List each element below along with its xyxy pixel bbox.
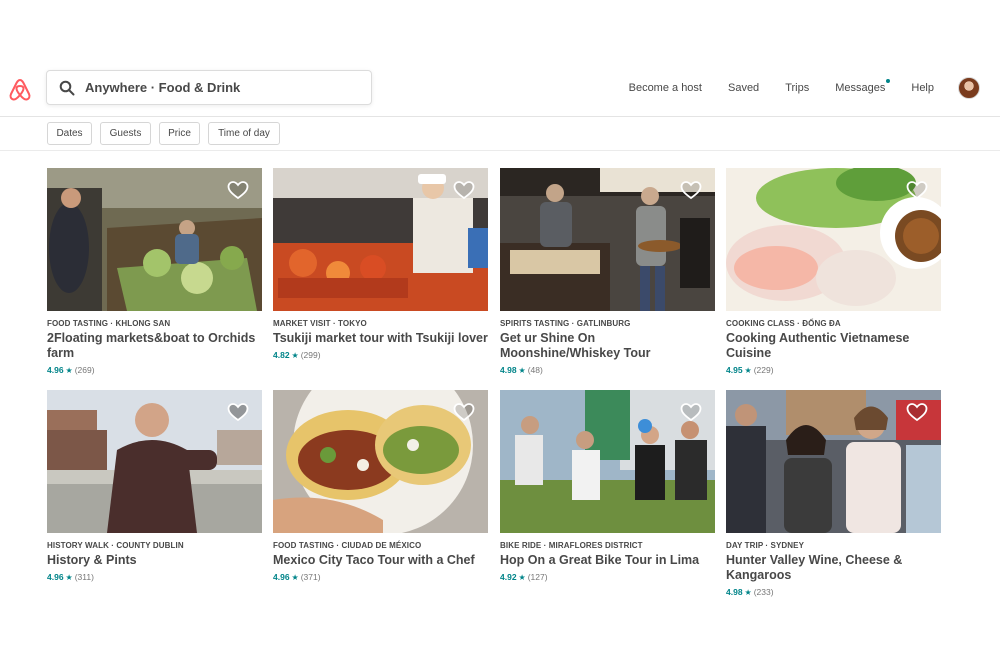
filter-guests-button[interactable]: Guests — [100, 122, 151, 145]
listing-card[interactable]: DAY TRIP · SYDNEY Hunter Valley Wine, Ch… — [726, 390, 941, 597]
listing-category: FOOD TASTING · CIUDAD DE MÉXICO — [273, 541, 422, 550]
rating-score: 4.98 — [500, 365, 517, 375]
rating-score: 4.96 — [47, 572, 64, 582]
listing-rating: 4.95 ★ (229) — [726, 365, 941, 375]
search-icon — [59, 80, 75, 95]
rating-score: 4.92 — [500, 572, 517, 582]
review-count: (127) — [527, 572, 548, 582]
search-input[interactable] — [85, 80, 345, 95]
filter-bar: Dates Guests Price Time of day — [0, 117, 1000, 151]
listing-rating: 4.98 ★ (233) — [726, 587, 941, 597]
review-count: (233) — [753, 587, 774, 597]
listing-title[interactable]: Cooking Authentic Vietnamese Cuisine — [726, 331, 941, 361]
unread-dot — [886, 79, 891, 83]
listing-rating: 4.96 ★ (311) — [47, 572, 262, 582]
review-count: (299) — [300, 350, 321, 360]
listing-card[interactable]: SPIRITS TASTING · GATLINBURG Get ur Shin… — [500, 168, 715, 375]
listing-photo[interactable] — [273, 168, 488, 311]
listing-photo[interactable] — [500, 390, 715, 533]
rating-score: 4.95 — [726, 365, 743, 375]
review-count: (311) — [74, 572, 94, 582]
heart-icon[interactable] — [227, 402, 249, 422]
top-nav: Become a host Saved Trips Messages Help — [603, 62, 980, 114]
nav-messages-label: Messages — [835, 82, 886, 94]
nav-saved[interactable]: Saved — [728, 82, 759, 94]
header: Become a host Saved Trips Messages Help — [0, 62, 1000, 117]
review-count: (229) — [753, 365, 774, 375]
rating-score: 4.96 — [273, 572, 290, 582]
heart-icon[interactable] — [453, 180, 475, 200]
nav-messages[interactable]: Messages — [835, 79, 891, 94]
listing-card[interactable]: FOOD TASTING · KHLONG SAN 2Floating mark… — [47, 168, 262, 375]
listing-category: BIKE RIDE · MIRAFLORES DISTRICT — [500, 541, 643, 550]
review-count: (48) — [527, 365, 543, 375]
listing-card[interactable]: HISTORY WALK · COUNTY DUBLIN History & P… — [47, 390, 262, 582]
airbnb-logo-icon[interactable] — [7, 77, 33, 103]
rating-score: 4.82 — [273, 350, 290, 360]
listing-title[interactable]: Hunter Valley Wine, Cheese & Kangaroos — [726, 553, 941, 583]
star-icon: ★ — [291, 572, 299, 582]
heart-icon[interactable] — [453, 402, 475, 422]
page: Become a host Saved Trips Messages Help … — [0, 0, 1000, 666]
listing-category: COOKING CLASS · ĐỐNG ĐA — [726, 319, 841, 328]
review-count: (371) — [300, 572, 321, 582]
review-count: (269) — [74, 365, 95, 375]
nav-trips[interactable]: Trips — [785, 82, 809, 94]
star-icon: ★ — [744, 587, 752, 597]
listing-title[interactable]: Hop On a Great Bike Tour in Lima — [500, 553, 715, 568]
listing-title[interactable]: History & Pints — [47, 553, 262, 568]
filter-price-button[interactable]: Price — [159, 122, 200, 145]
listing-category: DAY TRIP · SYDNEY — [726, 541, 805, 550]
filter-dates-button[interactable]: Dates — [47, 122, 92, 145]
heart-icon[interactable] — [906, 402, 928, 422]
listing-card[interactable]: COOKING CLASS · ĐỐNG ĐA Cooking Authenti… — [726, 168, 941, 375]
listing-card[interactable]: BIKE RIDE · MIRAFLORES DISTRICT Hop On a… — [500, 390, 715, 582]
listing-title[interactable]: 2Floating markets&boat to Orchids farm — [47, 331, 262, 361]
listing-category: HISTORY WALK · COUNTY DUBLIN — [47, 541, 184, 550]
nav-help[interactable]: Help — [911, 82, 934, 94]
star-icon: ★ — [518, 365, 526, 375]
listing-photo[interactable] — [726, 390, 941, 533]
listing-photo[interactable] — [47, 390, 262, 533]
listing-title[interactable]: Get ur Shine On Moonshine/Whiskey Tour — [500, 331, 715, 361]
listing-title[interactable]: Mexico City Taco Tour with a Chef — [273, 553, 488, 568]
listing-card[interactable]: MARKET VISIT · TOKYO Tsukiji market tour… — [273, 168, 488, 360]
listing-title[interactable]: Tsukiji market tour with Tsukiji lover — [273, 331, 488, 346]
nav-become-a-host[interactable]: Become a host — [629, 82, 702, 94]
heart-icon[interactable] — [227, 180, 249, 200]
heart-icon[interactable] — [680, 180, 702, 200]
listing-photo[interactable] — [726, 168, 941, 311]
heart-icon[interactable] — [906, 180, 928, 200]
listing-photo[interactable] — [47, 168, 262, 311]
avatar[interactable] — [958, 77, 980, 99]
listing-card[interactable]: FOOD TASTING · CIUDAD DE MÉXICO Mexico C… — [273, 390, 488, 582]
star-icon: ★ — [518, 572, 526, 582]
search-box[interactable] — [46, 70, 372, 105]
listing-rating: 4.96 ★ (371) — [273, 572, 488, 582]
listing-rating: 4.92 ★ (127) — [500, 572, 715, 582]
listing-photo[interactable] — [273, 390, 488, 533]
listing-rating: 4.82 ★ (299) — [273, 350, 488, 360]
rating-score: 4.96 — [47, 365, 64, 375]
filter-time-of-day-button[interactable]: Time of day — [208, 122, 280, 145]
listing-category: SPIRITS TASTING · GATLINBURG — [500, 319, 631, 328]
star-icon: ★ — [744, 365, 752, 375]
rating-score: 4.98 — [726, 587, 743, 597]
listing-category: MARKET VISIT · TOKYO — [273, 319, 367, 328]
star-icon: ★ — [65, 572, 73, 582]
star-icon: ★ — [291, 350, 299, 360]
listing-rating: 4.98 ★ (48) — [500, 365, 715, 375]
listing-category: FOOD TASTING · KHLONG SAN — [47, 319, 171, 328]
star-icon: ★ — [65, 365, 73, 375]
listing-photo[interactable] — [500, 168, 715, 311]
listing-rating: 4.96 ★ (269) — [47, 365, 262, 375]
heart-icon[interactable] — [680, 402, 702, 422]
